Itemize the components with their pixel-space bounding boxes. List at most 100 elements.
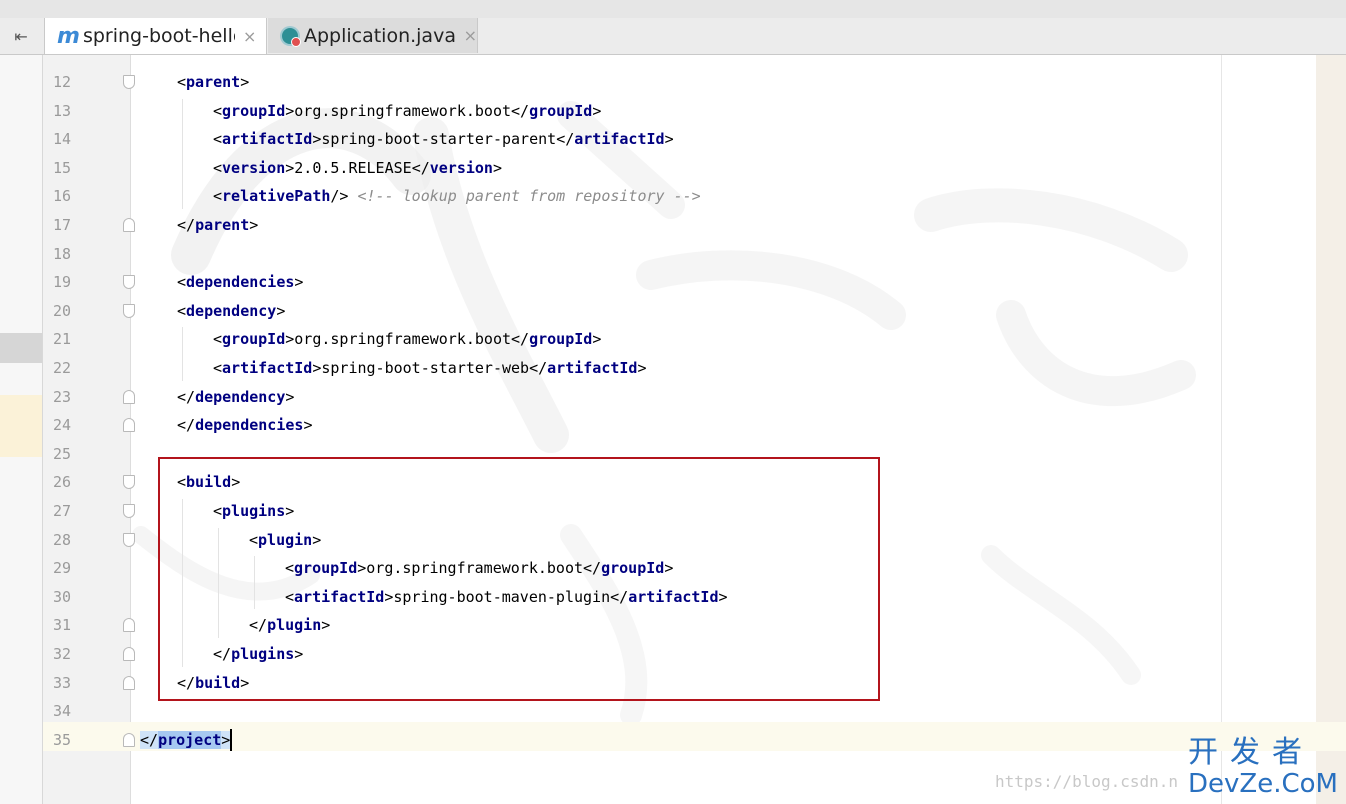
xml-bracket: < xyxy=(177,73,187,91)
fold-expand-icon[interactable] xyxy=(123,504,135,518)
xml-bracket: < xyxy=(213,187,223,206)
fold-end-icon[interactable] xyxy=(123,647,135,661)
xml-bracket: > xyxy=(285,387,295,406)
line-number: 14 xyxy=(52,130,71,149)
xml-tag-name: groupId xyxy=(222,330,286,349)
line-number: 31 xyxy=(52,616,71,635)
xml-bracket: > xyxy=(276,301,286,320)
code-line[interactable]: <artifactId>spring-boot-starter-web</art… xyxy=(213,354,647,382)
xml-bracket: < xyxy=(177,301,187,320)
xml-bracket: > xyxy=(637,359,647,377)
brand-english: DevZe.CoM xyxy=(1188,769,1338,799)
project-tool-strip xyxy=(0,55,43,804)
close-icon[interactable]: × xyxy=(464,26,477,45)
line-number: 35 xyxy=(52,730,71,749)
xml-bracket: < xyxy=(213,101,223,120)
xml-tag-name: relativePath xyxy=(222,187,331,206)
fold-end-icon[interactable] xyxy=(123,418,135,433)
fold-expand-icon[interactable] xyxy=(123,475,135,490)
xml-bracket: > xyxy=(240,73,250,91)
line-number: 15 xyxy=(52,158,71,177)
xml-tag-name: groupId xyxy=(529,330,593,349)
xml-text: spring-boot-starter-web xyxy=(321,359,530,377)
line-number: 25 xyxy=(52,444,71,463)
editor-tab-bar: ⇤ m spring-boot-hello × Application.java… xyxy=(0,18,1346,55)
maven-m-icon: m xyxy=(57,23,80,49)
xml-bracket: < xyxy=(213,359,223,377)
current-line-highlight xyxy=(43,722,1346,751)
text-caret xyxy=(230,729,233,752)
line-number: 26 xyxy=(52,473,71,492)
line-number: 29 xyxy=(52,559,71,578)
line-number: 13 xyxy=(52,101,71,120)
xml-bracket: > xyxy=(294,273,304,292)
title-strip xyxy=(0,0,1346,18)
xml-tag-name: dependencies xyxy=(195,416,304,435)
xml-tag-name: version xyxy=(429,158,493,177)
fold-expand-icon[interactable] xyxy=(123,75,135,89)
code-line[interactable]: <parent> xyxy=(177,68,249,96)
xml-tag-name: artifactId xyxy=(222,359,313,377)
scrollbar-strip[interactable] xyxy=(1316,55,1346,804)
brand-chinese: 开发者 xyxy=(1188,735,1314,770)
xml-bracket: </ xyxy=(511,330,530,349)
xml-tag-name: groupId xyxy=(222,101,286,120)
fold-expand-icon[interactable] xyxy=(123,303,135,318)
xml-tag-name: parent xyxy=(186,73,241,91)
xml-bracket: /> xyxy=(330,187,349,206)
code-line[interactable]: </dependency> xyxy=(177,383,294,411)
fold-end-icon[interactable] xyxy=(123,618,135,633)
line-number: 17 xyxy=(52,216,71,234)
code-line[interactable]: <artifactId>spring-boot-starter-parent</… xyxy=(213,125,674,153)
build-section-highlight-box xyxy=(158,457,880,701)
code-line[interactable]: <groupId>org.springframework.boot</group… xyxy=(213,325,601,353)
fold-end-icon[interactable] xyxy=(123,675,135,690)
tab-label: spring-boot-hello xyxy=(82,25,235,47)
xml-text: spring-boot-starter-parent xyxy=(321,130,557,149)
right-margin-guide xyxy=(1221,55,1222,804)
xml-text: org.springframework.boot xyxy=(294,101,512,120)
tab-application-java[interactable]: Application.java × xyxy=(268,18,478,53)
code-line[interactable]: <version>2.0.5.RELEASE</version> xyxy=(213,154,502,182)
line-number: 23 xyxy=(52,387,71,406)
xml-bracket: > xyxy=(492,158,502,177)
tool-highlight xyxy=(0,395,42,457)
xml-tag-name: version xyxy=(222,158,286,177)
code-line[interactable]: <dependencies> xyxy=(177,268,303,296)
line-number: 18 xyxy=(52,244,71,263)
code-line[interactable]: <relativePath/> <!-- lookup parent from … xyxy=(213,182,701,210)
xml-tag-name: dependency xyxy=(195,387,286,406)
xml-bracket: < xyxy=(177,273,187,292)
fold-expand-icon[interactable] xyxy=(123,532,135,547)
close-icon[interactable]: × xyxy=(243,27,256,46)
selected-tree-row[interactable] xyxy=(0,333,42,363)
line-number: 28 xyxy=(52,530,71,549)
java-class-icon xyxy=(280,25,301,47)
fold-end-icon[interactable] xyxy=(123,218,135,232)
xml-text: 2.0.5.RELEASE xyxy=(294,158,412,177)
tab-spring-boot-hello[interactable]: m spring-boot-hello × xyxy=(44,18,267,54)
fold-end-icon[interactable] xyxy=(123,389,135,404)
xml-tag-name: dependency xyxy=(186,301,277,320)
line-number: 22 xyxy=(52,359,71,377)
xml-bracket: </ xyxy=(177,416,196,435)
xml-bracket: < xyxy=(213,330,223,349)
xml-text: org.springframework.boot xyxy=(294,330,512,349)
code-line[interactable]: </dependencies> xyxy=(177,411,312,439)
line-number: 34 xyxy=(52,702,71,721)
xml-tag-name: dependencies xyxy=(186,273,295,292)
code-line[interactable]: <groupId>org.springframework.boot</group… xyxy=(213,97,601,125)
sidebar-toggle-icon[interactable]: ⇤ xyxy=(0,18,42,54)
line-number: 30 xyxy=(52,587,71,606)
xml-tag-name: parent xyxy=(195,216,250,234)
code-line[interactable]: </project> xyxy=(140,726,233,754)
code-line[interactable]: </parent> xyxy=(177,211,258,239)
code-line[interactable]: <dependency> xyxy=(177,297,285,325)
fold-expand-icon[interactable] xyxy=(123,275,135,290)
fold-end-icon[interactable] xyxy=(123,732,135,747)
xml-bracket: </ xyxy=(556,130,575,149)
xml-tag-name: artifactId xyxy=(222,130,313,149)
xml-bracket: </ xyxy=(177,387,196,406)
xml-text xyxy=(348,187,357,205)
xml-bracket: > xyxy=(249,216,259,234)
